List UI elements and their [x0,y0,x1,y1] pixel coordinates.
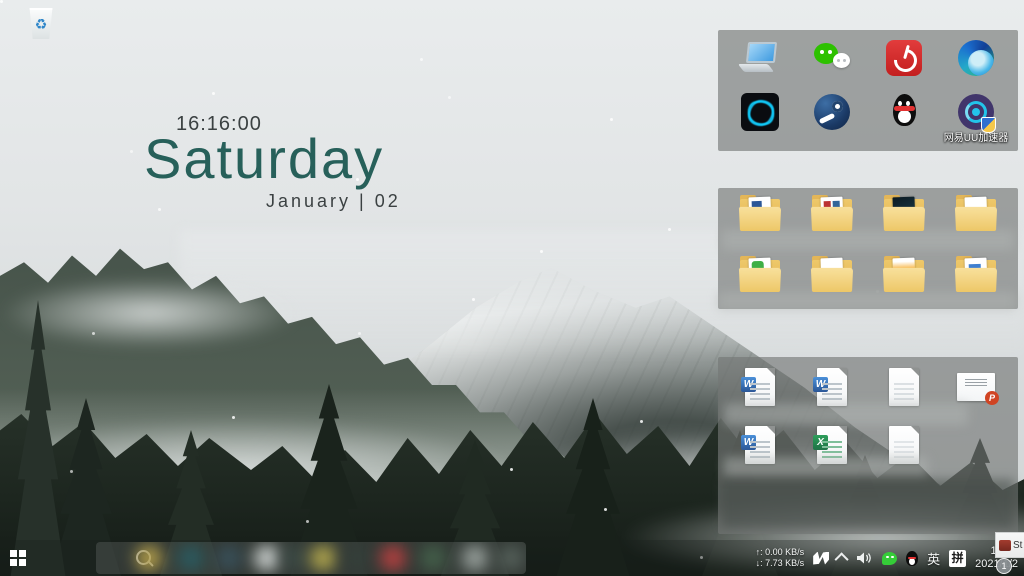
fence-apps[interactable]: 网易UU加速器 [718,30,1018,151]
fence-documents[interactable]: W W P W X [718,357,1018,534]
blurred-folder-labels [718,292,1016,310]
folder-icon [884,199,924,231]
net-speed-down: ↓: 7.73 KB/s [756,558,805,569]
fence-folders[interactable] [718,188,1018,309]
document-item[interactable] [868,365,940,406]
document-item[interactable]: W [724,365,796,406]
peek-app-icon [999,540,1011,551]
folder-icon [812,199,852,231]
desktop-icon-uu-booster[interactable]: 网易UU加速器 [940,92,1012,144]
battlenet-icon [740,92,780,132]
chevron-up-icon[interactable] [835,552,849,566]
start-button[interactable] [10,550,26,566]
desktop-icon-battlenet[interactable] [724,92,796,144]
this-pc-icon [740,38,780,78]
tray-app-icon[interactable] [813,552,829,565]
steam-icon [812,92,852,132]
peek-window[interactable]: St [995,532,1024,558]
desktop-icon-wechat[interactable] [796,38,868,78]
uu-booster-icon [956,92,996,132]
blurred-doc-labels [724,403,968,425]
text-doc-icon [889,368,919,406]
document-item[interactable]: W [796,365,868,406]
folder-item[interactable] [796,254,868,292]
recycle-glyph: ♻ [35,17,48,31]
notification-badge[interactable]: 1 [996,558,1012,574]
blurred-doc-labels [724,457,928,477]
edge-icon [956,38,996,78]
speaker-icon[interactable] [857,551,873,565]
word-doc-icon: W [817,368,847,406]
net-speed-indicator[interactable]: ↑: 0.00 KB/s ↓: 7.73 KB/s [756,547,805,569]
ime-language-indicator[interactable]: 英 [927,549,940,568]
uu-booster-label: 网易UU加速器 [939,133,1013,144]
peek-window-label: St [1013,540,1022,551]
qq-tray-icon[interactable] [906,551,918,566]
folder-icon [812,260,852,292]
system-tray: ↑: 0.00 KB/s ↓: 7.73 KB/s 英 拼 16:15 2021… [756,540,1018,576]
blurred-content [722,479,1014,528]
folder-icon [740,199,780,231]
ime-mode-indicator[interactable]: 拼 [949,550,966,567]
folder-item[interactable] [868,193,940,231]
net-speed-up: ↑: 0.00 KB/s [756,547,805,558]
widget-day: Saturday [144,126,384,191]
desktop: ♻ 16:16:00 Saturday January | 02 [0,0,1024,576]
desktop-icon-this-pc[interactable] [724,38,796,78]
word-doc-icon: W [745,368,775,406]
folder-item[interactable] [796,193,868,231]
pinned-apps-blurred[interactable] [96,542,526,574]
folder-icon [884,260,924,292]
wallpaper-mist [0,278,300,348]
desktop-icon-netease-music[interactable] [868,38,940,78]
folder-icon [956,260,996,292]
folder-item[interactable] [724,254,796,292]
folder-item[interactable] [940,193,1012,231]
desktop-icon-edge[interactable] [940,38,1012,78]
taskbar: ↑: 0.00 KB/s ↓: 7.73 KB/s 英 拼 16:15 2021… [0,540,1024,576]
blurred-folder-labels [722,230,1014,250]
ppt-doc-icon: P [957,373,995,401]
folder-icon [740,260,780,292]
desktop-icon-qq[interactable] [868,92,940,144]
folder-icon [956,199,996,231]
desktop-icon-steam[interactable] [796,92,868,144]
folder-item[interactable] [724,193,796,231]
netease-music-icon [884,38,924,78]
document-item[interactable]: P [940,365,1012,406]
folder-item[interactable] [868,254,940,292]
widget-date: January | 02 [266,191,401,212]
wechat-icon [812,38,852,78]
wechat-tray-icon[interactable] [882,552,897,565]
snow-particles [0,0,3,3]
qq-icon [884,92,924,132]
folder-item[interactable] [940,254,1012,292]
